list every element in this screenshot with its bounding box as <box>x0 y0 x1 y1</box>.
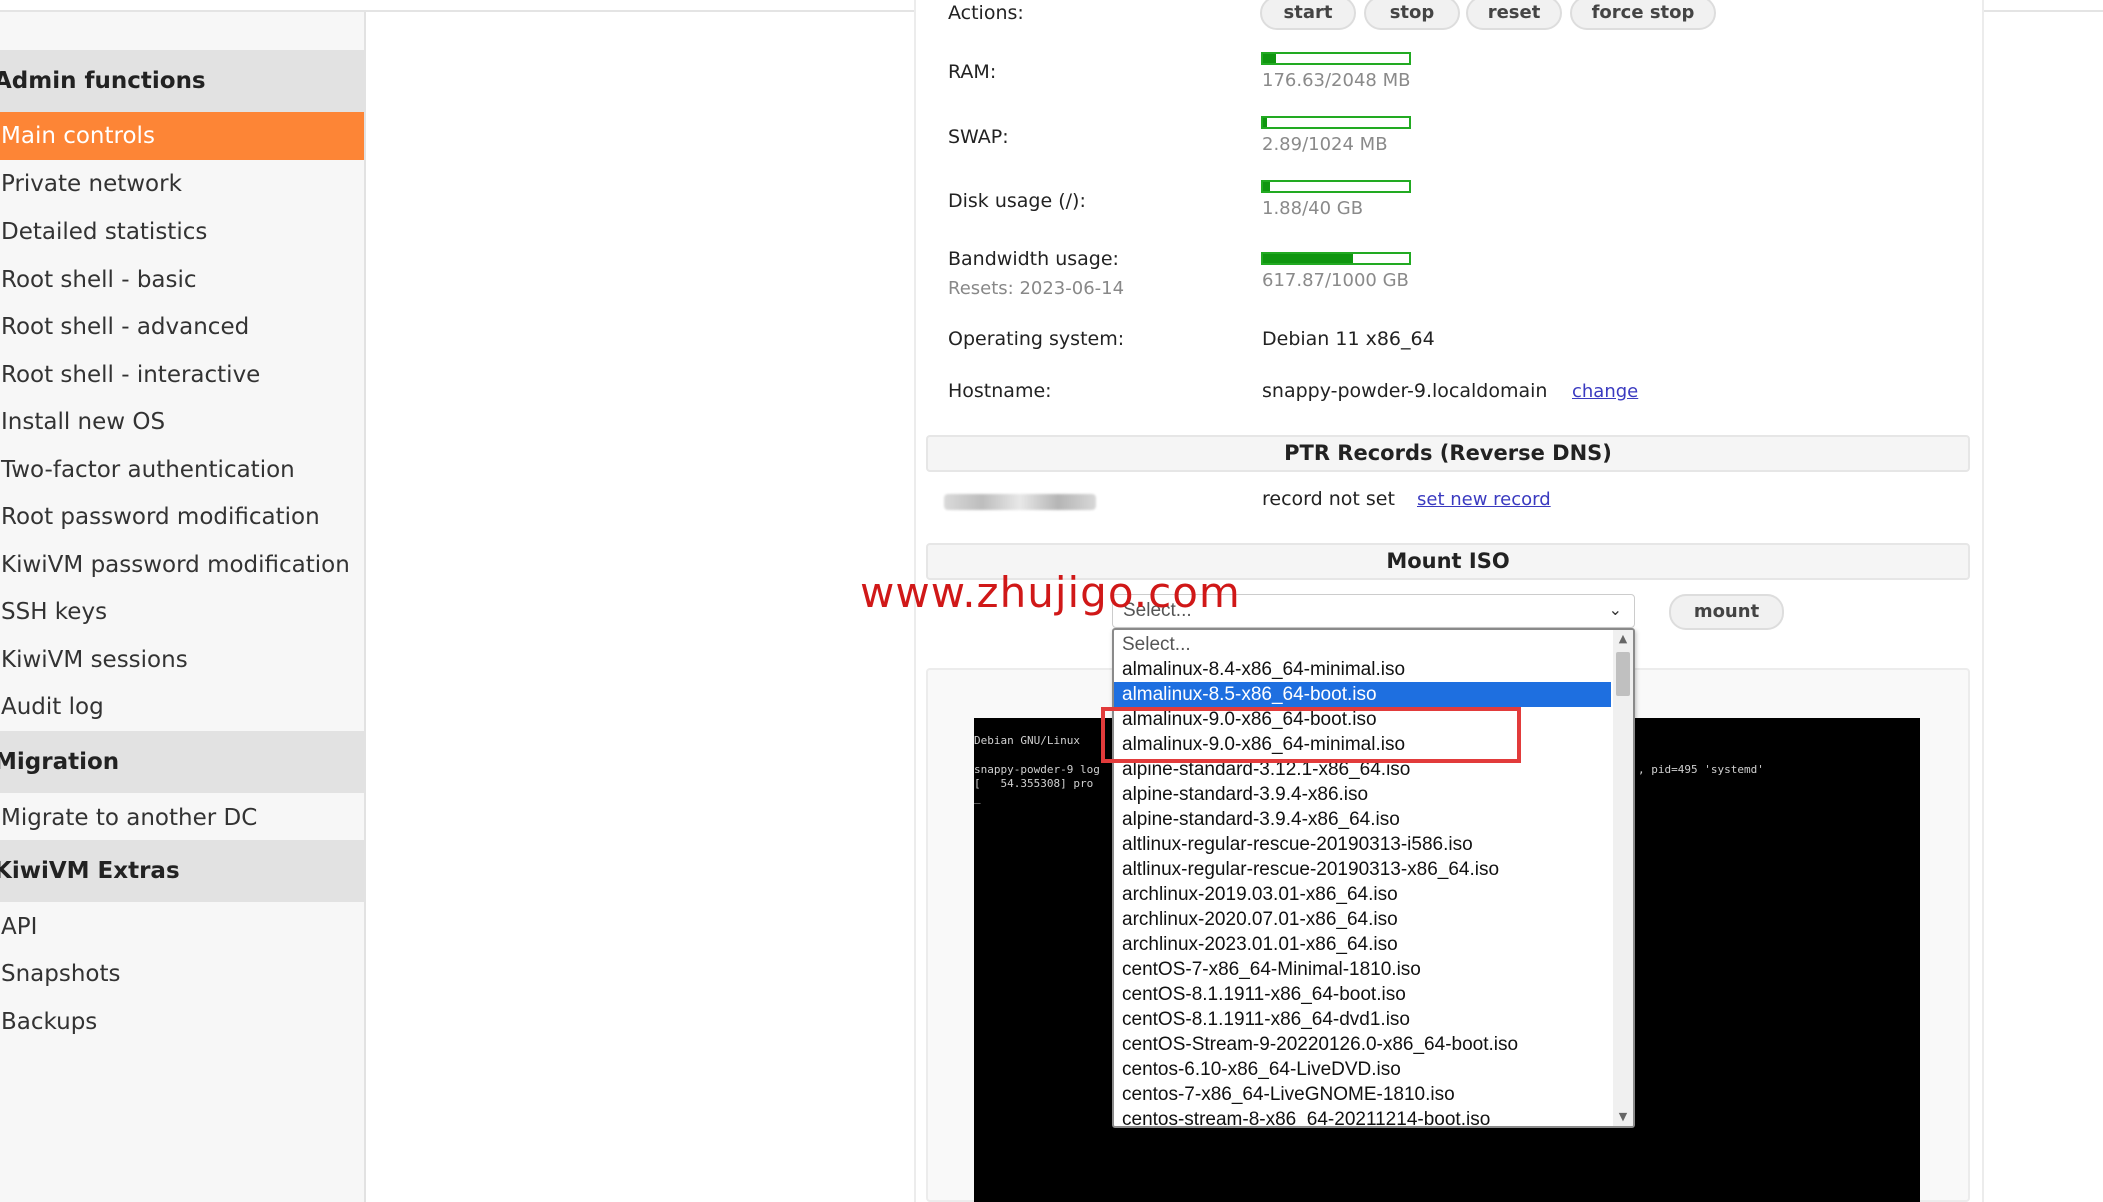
iso-option[interactable]: almalinux-8.4-x86_64-minimal.iso <box>1114 657 1611 682</box>
ram-label: RAM: <box>948 61 997 83</box>
sidebar: Admin functions Main controls Private ne… <box>0 12 366 1202</box>
start-button[interactable]: start <box>1260 0 1356 30</box>
mount-button[interactable]: mount <box>1669 594 1784 630</box>
ram-usage-bar <box>1261 52 1411 65</box>
sidebar-item-install-new-os[interactable]: Install new OS <box>0 398 364 446</box>
sidebar-item-root-password[interactable]: Root password modification <box>0 493 364 541</box>
swap-label: SWAP: <box>948 126 1009 148</box>
ptr-status: record not set <box>1262 488 1395 510</box>
iso-option[interactable]: archlinux-2019.03.01-x86_64.iso <box>1114 882 1611 907</box>
iso-option-highlighted[interactable]: almalinux-8.5-x86_64-boot.iso <box>1114 682 1611 707</box>
sidebar-item-audit-log[interactable]: Audit log <box>0 683 364 731</box>
iso-option[interactable]: centOS-8.1.1911-x86_64-dvd1.iso <box>1114 1007 1611 1032</box>
sidebar-item-kiwivm-sessions[interactable]: KiwiVM sessions <box>0 636 364 684</box>
iso-option[interactable]: centos-stream-8-x86_64-20211214-boot.iso <box>1114 1107 1611 1126</box>
sidebar-section-admin-functions: Admin functions <box>0 50 364 112</box>
iso-option[interactable]: centos-7-x86_64-LiveGNOME-1810.iso <box>1114 1082 1611 1107</box>
sidebar-item-root-shell-advanced[interactable]: Root shell - advanced <box>0 303 364 351</box>
sidebar-item-root-shell-interactive[interactable]: Root shell - interactive <box>0 351 364 399</box>
console-line: _ <box>974 791 981 804</box>
iso-option[interactable]: centos-6.10-x86_64-LiveDVD.iso <box>1114 1057 1611 1082</box>
swap-value: 2.89/1024 MB <box>1262 134 1388 155</box>
os-label: Operating system: <box>948 328 1125 350</box>
sidebar-item-kiwivm-password[interactable]: KiwiVM password modification <box>0 541 364 589</box>
hostname-change-link[interactable]: change <box>1572 381 1638 402</box>
console-line: [ 54.355308] pro <box>974 777 1094 790</box>
bandwidth-resets: Resets: 2023-06-14 <box>948 278 1125 299</box>
force-stop-button[interactable]: force stop <box>1570 0 1716 30</box>
sidebar-item-root-shell-basic[interactable]: Root shell - basic <box>0 256 364 304</box>
iso-option[interactable]: alpine-standard-3.9.4-x86.iso <box>1114 782 1611 807</box>
dropdown-scrollbar[interactable]: ▲ ▼ <box>1613 630 1633 1126</box>
iso-option[interactable]: altlinux-regular-rescue-20190313-x86_64.… <box>1114 857 1611 882</box>
iso-option[interactable]: archlinux-2023.01.01-x86_64.iso <box>1114 932 1611 957</box>
sidebar-item-detailed-statistics[interactable]: Detailed statistics <box>0 208 364 256</box>
watermark: www.zhujigo.com <box>860 568 1241 617</box>
scroll-thumb[interactable] <box>1616 652 1630 696</box>
bandwidth-usage-bar <box>1261 252 1411 265</box>
swap-usage-bar <box>1261 116 1411 129</box>
sidebar-item-ssh-keys[interactable]: SSH keys <box>0 588 364 636</box>
sidebar-section-migration: Migration <box>0 731 364 793</box>
hostname-label: Hostname: <box>948 380 1052 402</box>
scroll-down-arrow-icon[interactable]: ▼ <box>1613 1108 1633 1126</box>
console-line: , pid=495 'systemd' <box>1638 763 1764 776</box>
sidebar-item-backups[interactable]: Backups <box>0 998 364 1046</box>
sidebar-section-kiwivm-extras: KiwiVM Extras <box>0 840 364 902</box>
iso-dropdown-list[interactable]: Select... almalinux-8.4-x86_64-minimal.i… <box>1112 628 1635 1128</box>
sidebar-item-main-controls[interactable]: Main controls <box>0 112 364 160</box>
iso-option[interactable]: centOS-Stream-9-20220126.0-x86_64-boot.i… <box>1114 1032 1611 1057</box>
ptr-section-header: PTR Records (Reverse DNS) <box>926 435 1970 472</box>
disk-usage-bar <box>1261 180 1411 193</box>
stop-button[interactable]: stop <box>1364 0 1460 30</box>
iso-option[interactable]: alpine-standard-3.9.4-x86_64.iso <box>1114 807 1611 832</box>
reset-button[interactable]: reset <box>1466 0 1562 30</box>
hostname-value: snappy-powder-9.localdomain <box>1262 380 1548 402</box>
iso-option[interactable]: Select... <box>1114 632 1611 657</box>
redacted-ip <box>944 494 1096 510</box>
console-line: snappy-powder-9 log <box>974 763 1100 776</box>
set-new-record-link[interactable]: set new record <box>1417 489 1551 510</box>
scroll-up-arrow-icon[interactable]: ▲ <box>1613 630 1633 648</box>
ram-value: 176.63/2048 MB <box>1262 70 1411 91</box>
iso-option[interactable]: altlinux-regular-rescue-20190313-i586.is… <box>1114 832 1611 857</box>
sidebar-item-snapshots[interactable]: Snapshots <box>0 950 364 998</box>
actions-label: Actions: <box>948 2 1024 24</box>
bandwidth-label: Bandwidth usage: <box>948 248 1119 270</box>
chevron-down-icon: ⌄ <box>1608 602 1622 619</box>
iso-option[interactable]: centOS-8.1.1911-x86_64-boot.iso <box>1114 982 1611 1007</box>
disk-value: 1.88/40 GB <box>1262 198 1364 219</box>
disk-label: Disk usage (/): <box>948 190 1086 212</box>
annotation-highlight-box <box>1101 707 1521 763</box>
os-value: Debian 11 x86_64 <box>1262 328 1435 350</box>
console-line: Debian GNU/Linux <box>974 734 1080 747</box>
bandwidth-value: 617.87/1000 GB <box>1262 270 1409 291</box>
sidebar-item-migrate-dc[interactable]: Migrate to another DC <box>0 794 364 842</box>
sidebar-item-two-factor-auth[interactable]: Two-factor authentication <box>0 446 364 494</box>
sidebar-item-api[interactable]: API <box>0 903 364 951</box>
sidebar-item-private-network[interactable]: Private network <box>0 160 364 208</box>
iso-option[interactable]: archlinux-2020.07.01-x86_64.iso <box>1114 907 1611 932</box>
iso-option[interactable]: centOS-7-x86_64-Minimal-1810.iso <box>1114 957 1611 982</box>
